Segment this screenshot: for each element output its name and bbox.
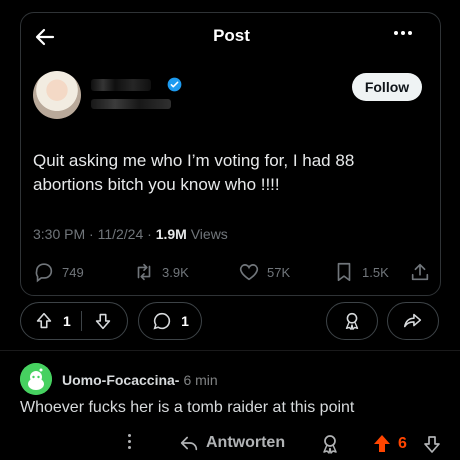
post-vote-bar: 1: [20, 302, 128, 340]
comment-actions: Antworten 6: [0, 432, 460, 458]
tweet-actions: 749 3.9K 57K 1.5K: [33, 259, 433, 285]
follow-button[interactable]: Follow: [352, 73, 422, 101]
comments-button[interactable]: 1: [138, 302, 202, 340]
reply-button[interactable]: Antworten: [178, 432, 285, 454]
share-arrow-icon: [403, 313, 422, 328]
share-icon: [411, 263, 429, 281]
views-count: 1.9M: [155, 226, 187, 242]
bookmark-action[interactable]: 1.5K: [333, 259, 389, 285]
share-action[interactable]: [409, 259, 431, 285]
like-icon: [239, 264, 259, 281]
reply-label: Antworten: [206, 434, 286, 451]
reddit-avatar-icon[interactable]: [20, 363, 52, 395]
comment-downvote-icon[interactable]: [420, 432, 444, 456]
award-icon: [345, 312, 359, 330]
reply-arrow-icon: [180, 436, 198, 451]
repost-count: 3.9K: [162, 264, 189, 280]
comment-icon: [153, 312, 171, 330]
comment-author[interactable]: Uomo-Focaccina- 6 min: [62, 372, 218, 388]
like-action[interactable]: 57K: [238, 259, 290, 285]
divider: [0, 350, 460, 358]
tweet-meta: 3:30 PM · 11/2/24 · 1.9M Views: [33, 226, 228, 242]
tweet-time: 3:30 PM · 11/2/24 ·: [33, 226, 156, 242]
comment-upvote-icon[interactable]: [370, 432, 394, 456]
page-title: Post: [213, 26, 250, 45]
redacted-handle: [91, 99, 171, 109]
embedded-tweet-card: Post Follow Quit asking me who I’m votin…: [20, 12, 441, 296]
upvote-icon[interactable]: [33, 310, 55, 332]
reply-action[interactable]: 749: [33, 259, 84, 285]
comment-body: Whoever fucks her is a tomb raider at th…: [20, 399, 355, 416]
avatar[interactable]: [33, 71, 81, 119]
tweet-text: Quit asking me who I’m voting for, I had…: [33, 151, 355, 194]
redacted-display-name: [91, 79, 151, 91]
comment-award-icon[interactable]: [318, 432, 342, 456]
more-options-icon[interactable]: [128, 434, 131, 449]
views-label: Views: [186, 226, 228, 242]
downvote-icon[interactable]: [92, 310, 114, 332]
like-count: 57K: [267, 264, 291, 280]
post-comment-count: 1: [181, 313, 189, 329]
comment-score: 6: [398, 435, 407, 452]
award-button[interactable]: [326, 302, 378, 340]
more-icon[interactable]: [394, 31, 412, 35]
repost-action[interactable]: 3.9K: [133, 259, 189, 285]
bookmark-count: 1.5K: [362, 264, 389, 280]
post-vote-count: 1: [63, 313, 71, 329]
reply-icon: [35, 263, 53, 283]
share-button[interactable]: [387, 302, 439, 340]
verified-icon: [167, 77, 182, 92]
reply-count: 749: [62, 264, 84, 280]
comment-author-name[interactable]: Uomo-Focaccina-: [62, 372, 179, 388]
repost-icon: [137, 263, 151, 281]
comment-time: 6 min: [183, 372, 218, 388]
bookmark-icon: [337, 262, 351, 282]
